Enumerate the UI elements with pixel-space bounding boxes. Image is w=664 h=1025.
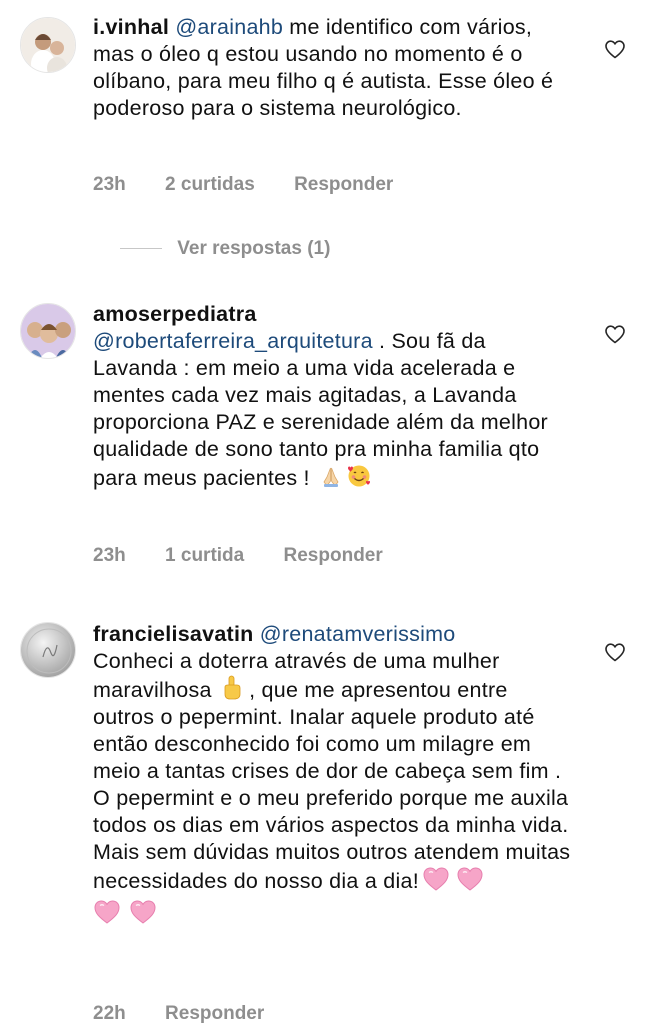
comment-meta: 22h Responder bbox=[93, 1003, 298, 1025]
pointing-up-icon bbox=[224, 675, 241, 700]
like-heart-icon[interactable] bbox=[603, 37, 627, 61]
comment-mention[interactable]: @arainahb bbox=[175, 15, 283, 39]
reply-button[interactable]: Responder bbox=[284, 545, 383, 566]
view-replies-button[interactable]: Ver respostas (1) bbox=[120, 238, 330, 260]
comment-meta: 23h 2 curtidas Responder bbox=[93, 174, 427, 196]
comment-mention[interactable]: @renatamverissimo bbox=[260, 622, 456, 646]
comment-username[interactable]: amoserpediatra bbox=[93, 302, 257, 326]
comment-time: 22h bbox=[93, 1003, 126, 1024]
pink-heart-icon bbox=[130, 900, 156, 924]
comment-likes-count[interactable]: 1 curtida bbox=[165, 545, 244, 566]
comment-time: 23h bbox=[93, 174, 126, 195]
reply-button[interactable]: Responder bbox=[294, 174, 393, 195]
comment-likes-count[interactable]: 2 curtidas bbox=[165, 174, 255, 195]
avatar[interactable] bbox=[20, 622, 76, 678]
comment-meta: 23h 1 curtida Responder bbox=[93, 545, 417, 567]
avatar[interactable] bbox=[20, 303, 76, 359]
comment-text: i.vinhal @arainahb me identifico com vár… bbox=[93, 14, 573, 122]
reply-button[interactable]: Responder bbox=[165, 1003, 264, 1024]
comment-text: amoserpediatra @robertaferreira_arquitet… bbox=[93, 301, 573, 492]
comment-body-continued: , que me apresentou entre outros o peper… bbox=[93, 678, 571, 893]
pink-heart-icon bbox=[94, 900, 120, 924]
pink-heart-icon bbox=[423, 867, 449, 891]
comment-username[interactable]: i.vinhal bbox=[93, 15, 169, 39]
comment-username[interactable]: francielisavatin bbox=[93, 622, 254, 646]
smiling-face-with-hearts-icon bbox=[348, 465, 371, 487]
like-heart-icon[interactable] bbox=[603, 640, 627, 664]
comment-mention[interactable]: @robertaferreira_arquitetura bbox=[93, 329, 373, 353]
pink-heart-icon bbox=[457, 867, 483, 891]
folded-hands-icon bbox=[323, 467, 339, 487]
comment-text: francielisavatin @renatamverissimo Conhe… bbox=[93, 621, 573, 928]
divider bbox=[120, 248, 162, 250]
comment-time: 23h bbox=[93, 545, 126, 566]
avatar[interactable] bbox=[20, 17, 76, 73]
like-heart-icon[interactable] bbox=[603, 322, 627, 346]
view-replies-label: Ver respostas (1) bbox=[177, 238, 331, 259]
